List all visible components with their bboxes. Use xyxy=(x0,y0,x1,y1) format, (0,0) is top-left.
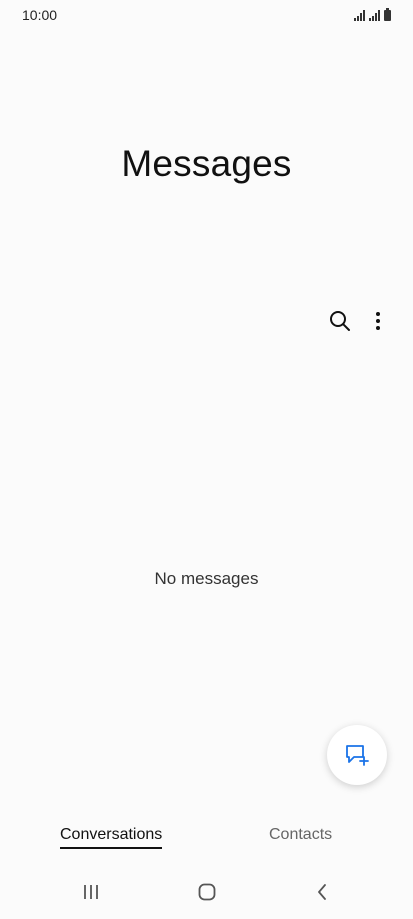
recents-icon xyxy=(84,885,98,899)
system-nav-bar xyxy=(0,872,413,912)
empty-state-text: No messages xyxy=(154,569,259,588)
active-tab-indicator xyxy=(60,847,163,849)
home-button[interactable] xyxy=(192,880,222,904)
more-options-button[interactable] xyxy=(360,303,396,339)
camera-notch xyxy=(176,0,238,22)
signal-icon xyxy=(369,10,380,21)
recents-button[interactable] xyxy=(76,880,106,904)
search-button[interactable] xyxy=(322,303,358,339)
status-time: 10:00 xyxy=(22,7,58,23)
tab-contacts-label: Contacts xyxy=(269,826,333,843)
signal-icon xyxy=(354,10,365,21)
tab-conversations[interactable]: Conversations xyxy=(60,826,163,849)
more-vert-icon xyxy=(376,312,380,330)
status-icons xyxy=(354,8,391,21)
tab-conversations-label: Conversations xyxy=(60,826,163,843)
tab-contacts[interactable]: Contacts xyxy=(269,826,332,844)
back-icon xyxy=(318,884,326,900)
search-icon xyxy=(330,311,350,331)
page-title: Messages xyxy=(121,143,292,184)
status-bar: 10:00 xyxy=(0,0,413,30)
new-message-button[interactable] xyxy=(327,725,387,785)
new-message-icon xyxy=(346,745,369,766)
home-icon xyxy=(198,883,216,901)
battery-icon xyxy=(384,8,391,21)
back-button[interactable] xyxy=(307,880,337,904)
